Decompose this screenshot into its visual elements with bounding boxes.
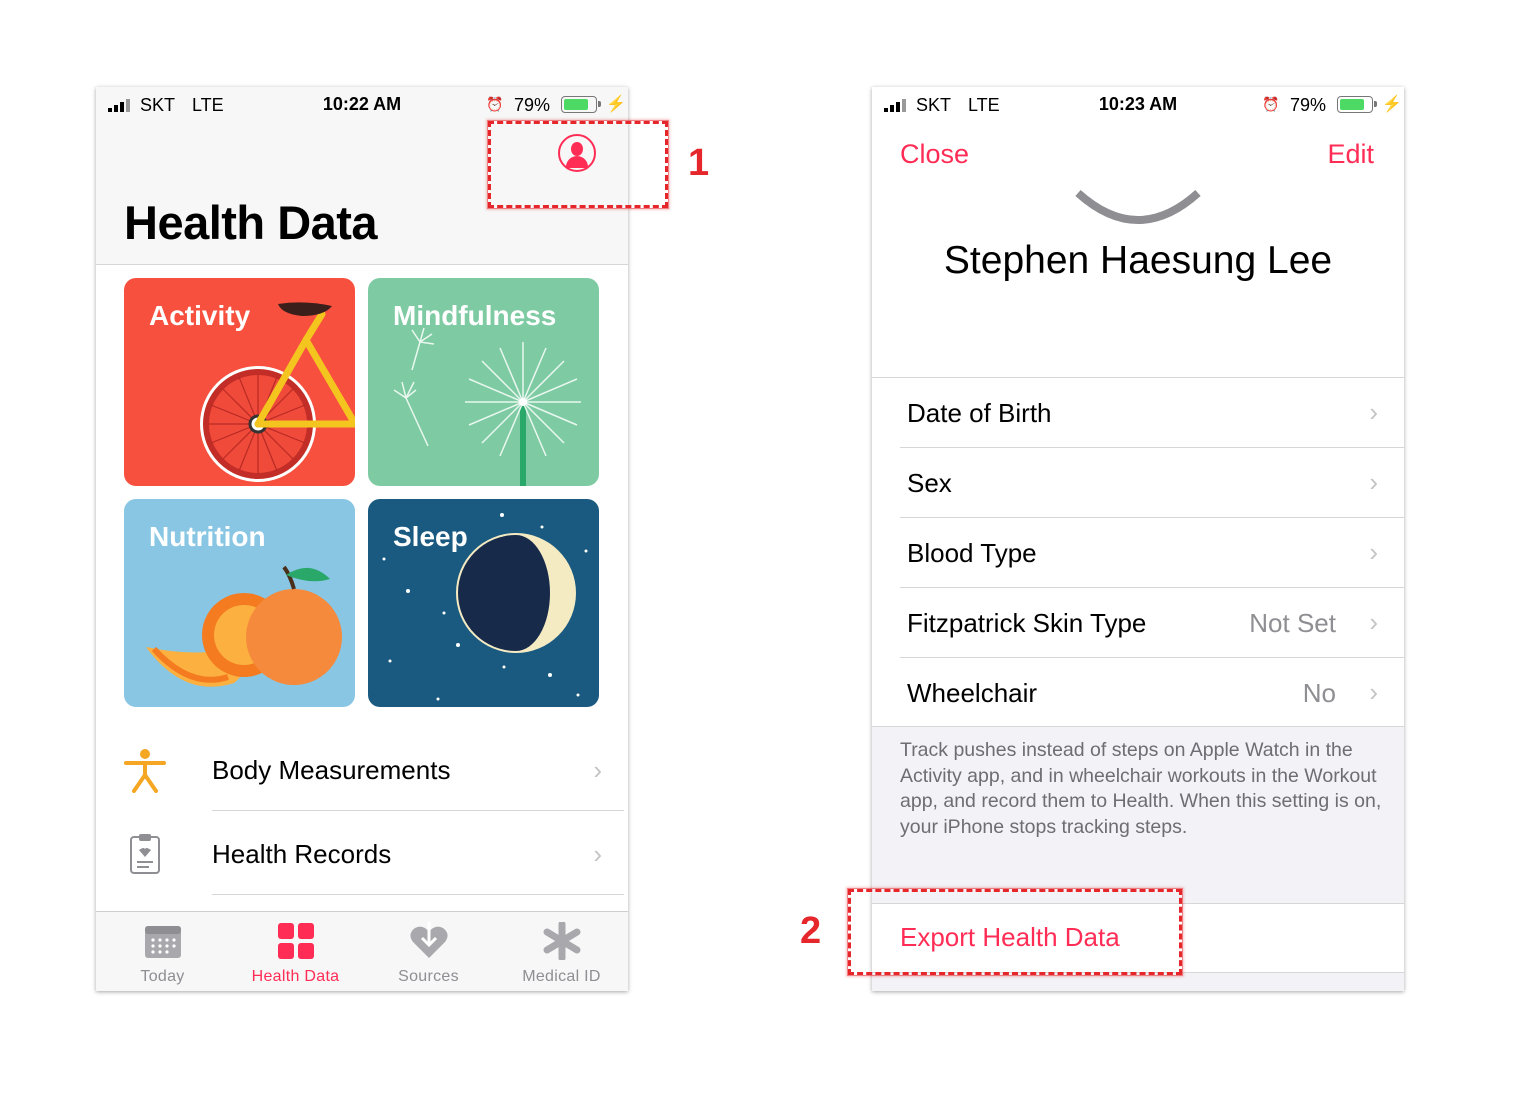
field-label: Blood Type (907, 538, 1037, 568)
sleep-tile[interactable]: Sleep (368, 499, 599, 707)
alarm-icon: ⏰ (486, 96, 504, 112)
mindfulness-tile[interactable]: Mindfulness (368, 278, 599, 486)
tile-label: Sleep (393, 521, 468, 552)
tab-sources[interactable]: Sources (362, 912, 495, 991)
charging-icon: ⚡ (606, 96, 626, 113)
health-records-row[interactable]: Health Records › (96, 811, 628, 895)
tab-bar: Today Health Data Sources Medical ID (96, 911, 628, 991)
tab-label: Sources (398, 968, 459, 985)
annotation-box-2 (848, 889, 1182, 975)
annotation-number-1: 1 (688, 142, 710, 184)
row-label: Body Measurements (212, 755, 451, 785)
tile-label: Nutrition (149, 521, 266, 552)
section-divider (872, 726, 1404, 727)
wheelchair-footnote: Track pushes instead of steps on Apple W… (900, 739, 1382, 838)
figure-icon (124, 749, 166, 793)
calendar-icon (145, 926, 181, 958)
battery-fill (1340, 99, 1364, 110)
clipboard-icon (130, 834, 160, 874)
blood-type-row[interactable]: Blood Type › (872, 518, 1404, 588)
asterisk-icon (543, 922, 581, 960)
annotation-box-1 (488, 121, 668, 208)
page-title: Health Data (124, 196, 378, 249)
body-measurements-row[interactable]: Body Measurements › (96, 727, 628, 811)
tab-label: Today (140, 968, 185, 985)
chevron-right-icon: › (1369, 467, 1378, 497)
wheelchair-row[interactable]: Wheelchair No › (872, 658, 1404, 728)
field-label: Wheelchair (907, 678, 1038, 708)
charging-icon: ⚡ (1382, 96, 1402, 113)
field-label: Sex (907, 468, 952, 498)
battery-icon (1337, 96, 1377, 113)
row-divider (212, 894, 624, 895)
health-data-screen: SKT LTE 10:22 AM ⏰ 79% ⚡ Health Data Act… (96, 87, 628, 991)
tile-label: Activity (149, 300, 251, 331)
tile-label: Mindfulness (393, 300, 557, 331)
avatar (1075, 190, 1201, 224)
profile-fields: Date of Birth › Sex › Blood Type › Fitzp… (872, 378, 1404, 726)
chevron-right-icon: › (1369, 677, 1378, 707)
battery-percent: 79% (514, 95, 551, 115)
profile-screen: SKT LTE 10:23 AM ⏰ 79% ⚡ Close Edit Step… (872, 87, 1404, 991)
battery-fill (564, 99, 588, 110)
status-bar: SKT LTE 10:23 AM ⏰ 79% ⚡ (872, 87, 1404, 123)
profile-header (872, 87, 1404, 377)
status-bar: SKT LTE 10:22 AM ⏰ 79% ⚡ (96, 87, 628, 123)
tab-medical-id[interactable]: Medical ID (495, 912, 628, 991)
close-button[interactable]: Close (900, 139, 969, 170)
tab-label: Medical ID (522, 968, 601, 985)
field-label: Date of Birth (907, 398, 1052, 428)
date-of-birth-row[interactable]: Date of Birth › (872, 378, 1404, 448)
skin-type-row[interactable]: Fitzpatrick Skin Type Not Set › (872, 588, 1404, 658)
tab-health-data[interactable]: Health Data (229, 912, 362, 991)
battery-percent: 79% (1290, 95, 1327, 115)
grid-icon (278, 923, 314, 959)
sex-row[interactable]: Sex › (872, 448, 1404, 518)
tab-label: Health Data (251, 968, 340, 985)
tab-today[interactable]: Today (96, 912, 229, 991)
edit-button[interactable]: Edit (1327, 139, 1374, 170)
profile-name: Stephen Haesung Lee (943, 239, 1333, 282)
activity-tile[interactable]: Activity (124, 278, 355, 486)
nutrition-tile[interactable]: Nutrition (124, 499, 355, 707)
field-label: Fitzpatrick Skin Type (907, 608, 1147, 638)
alarm-icon: ⏰ (1262, 96, 1280, 112)
chevron-right-icon: › (593, 839, 602, 869)
chevron-right-icon: › (1369, 397, 1378, 427)
chevron-right-icon: › (1369, 537, 1378, 567)
field-value: No (1302, 678, 1336, 708)
annotation-number-2: 2 (800, 910, 822, 952)
chevron-right-icon: › (1369, 607, 1378, 637)
field-value: Not Set (1249, 608, 1336, 638)
heart-download-icon (410, 922, 448, 958)
chevron-right-icon: › (593, 755, 602, 785)
battery-icon (561, 96, 601, 113)
row-label: Health Records (212, 839, 392, 869)
